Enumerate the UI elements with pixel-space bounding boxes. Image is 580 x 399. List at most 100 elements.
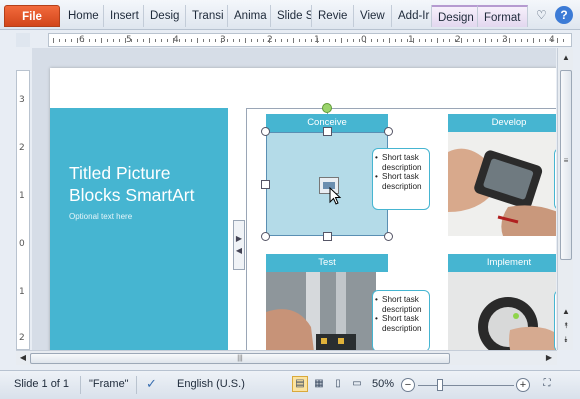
ruler-tick: [329, 39, 330, 42]
slide-counter[interactable]: Slide 1 of 1: [14, 378, 69, 390]
ruler-tick: [107, 39, 108, 42]
help-icon[interactable]: ?: [555, 6, 573, 24]
tab-home[interactable]: Home: [62, 5, 104, 27]
fit-slide-icon[interactable]: ⛶: [539, 376, 555, 392]
ruler-tick: [371, 39, 372, 42]
zoom-slider-track[interactable]: [418, 385, 514, 386]
block-develop-label[interactable]: Develop: [448, 114, 556, 132]
title-panel: [50, 108, 228, 350]
resize-handle[interactable]: [384, 127, 393, 136]
resize-handle[interactable]: [261, 180, 270, 189]
scroll-up-icon[interactable]: ▲: [560, 52, 572, 64]
resize-handle[interactable]: [384, 232, 393, 241]
test-picture[interactable]: [266, 272, 376, 350]
bullet-item[interactable]: Short task description: [375, 295, 426, 314]
tab-animations[interactable]: Anima: [228, 5, 271, 27]
ruler-tick: [221, 38, 222, 43]
tab-slide-show[interactable]: Slide S: [271, 5, 312, 27]
slide[interactable]: Titled Picture Blocks SmartArt Optional …: [50, 68, 556, 350]
ruler-tick: [497, 39, 498, 42]
ruler-tick: [245, 38, 246, 43]
ruler-tick: [533, 38, 534, 43]
ruler-tick: [443, 39, 444, 42]
divider: [136, 376, 137, 394]
ruler-tick: [563, 39, 564, 42]
vertical-scrollbar[interactable]: ▲ ≡ ▲ ⯭ ⯯: [557, 48, 573, 350]
implement-picture[interactable]: [448, 272, 556, 350]
zoom-slider-thumb[interactable]: [437, 379, 443, 391]
ruler-tick: [431, 39, 432, 42]
ruler-tick: [131, 39, 132, 42]
ruler-tick: [341, 38, 342, 43]
ruler-tick: [521, 39, 522, 42]
zoom-out-button[interactable]: −: [401, 378, 415, 392]
zoom-in-button[interactable]: +: [516, 378, 530, 392]
horizontal-scrollbar[interactable]: ◀ ||| ▶: [16, 350, 557, 365]
tab-design[interactable]: Desig: [144, 5, 186, 27]
ruler-tick: [257, 39, 258, 42]
ruler-tick: [89, 39, 90, 42]
vertical-ruler: 3 2 1 0 1 2: [16, 70, 30, 350]
ruler-tick: [59, 39, 60, 42]
resize-handle[interactable]: [323, 127, 332, 136]
ruler-tick: [479, 39, 480, 42]
ruler-tick: [179, 39, 180, 42]
ruler-tick: [197, 38, 198, 43]
tab-file[interactable]: File: [4, 5, 60, 27]
heart-icon[interactable]: ♡: [536, 8, 547, 22]
scroll-right-icon[interactable]: ▶: [543, 352, 555, 364]
bullet-item[interactable]: Short task description: [375, 153, 426, 172]
slide-sorter-icon[interactable]: ▦: [311, 376, 327, 392]
ruler-tick: [293, 38, 294, 43]
theme-name[interactable]: "Frame": [89, 378, 129, 390]
tab-smartart-design[interactable]: Design: [432, 5, 478, 27]
resize-handle[interactable]: [323, 232, 332, 241]
block-test-label[interactable]: Test: [266, 254, 388, 272]
next-slide-icon[interactable]: ⯯: [560, 334, 572, 346]
zoom-level[interactable]: 50%: [372, 378, 394, 390]
tab-insert[interactable]: Insert: [104, 5, 144, 27]
tab-transitions[interactable]: Transi: [186, 5, 228, 27]
tab-review[interactable]: Revie: [312, 5, 354, 27]
smartart-text-pane-toggle[interactable]: ▶ ◀: [233, 220, 245, 270]
slide-subtitle[interactable]: Optional text here: [69, 212, 132, 221]
scroll-up-icon[interactable]: ▲: [560, 306, 572, 318]
bullet-item[interactable]: Short task description: [375, 172, 426, 191]
rotation-handle[interactable]: [322, 103, 332, 113]
implement-callout[interactable]: [554, 290, 556, 350]
bullet-item[interactable]: Short task description: [375, 314, 426, 333]
tab-view[interactable]: View: [354, 5, 392, 27]
reading-view-icon[interactable]: ▯: [330, 376, 346, 392]
spellcheck-icon[interactable]: ✓: [146, 376, 157, 392]
ruler-tick: [473, 39, 474, 42]
test-callout[interactable]: Short task description Short task descri…: [372, 290, 430, 350]
conceive-callout[interactable]: Short task description Short task descri…: [372, 148, 430, 210]
language-indicator[interactable]: English (U.S.): [177, 378, 245, 390]
ruler-tick: [389, 38, 390, 43]
ruler-tick: [71, 39, 72, 42]
ruler-tick: [233, 39, 234, 42]
horizontal-scroll-thumb[interactable]: |||: [30, 353, 450, 364]
normal-view-icon[interactable]: ▤: [292, 376, 308, 392]
vertical-scroll-thumb[interactable]: ≡: [560, 70, 572, 260]
ruler-tick: [527, 39, 528, 42]
ruler-tick: [167, 39, 168, 42]
ruler-tick: [125, 38, 126, 43]
tab-smartart-format[interactable]: Format: [478, 5, 528, 27]
previous-slide-icon[interactable]: ⯭: [560, 320, 572, 332]
block-implement-label[interactable]: Implement: [448, 254, 556, 272]
ruler-tick: [539, 39, 540, 42]
slide-canvas: Titled Picture Blocks SmartArt Optional …: [32, 48, 556, 350]
ruler-tick: [287, 39, 288, 42]
ruler-tick: [425, 39, 426, 42]
ruler-tick: [503, 39, 504, 42]
slide-title[interactable]: Titled Picture Blocks SmartArt: [69, 162, 224, 206]
tab-add-ins[interactable]: Add-Ir: [392, 5, 432, 27]
scroll-left-icon[interactable]: ◀: [17, 352, 29, 364]
develop-callout[interactable]: [554, 148, 556, 210]
develop-picture[interactable]: [448, 132, 556, 236]
resize-handle[interactable]: [261, 232, 270, 241]
slideshow-icon[interactable]: ▭: [349, 376, 365, 392]
conceive-picture-placeholder[interactable]: [266, 132, 388, 236]
resize-handle[interactable]: [261, 127, 270, 136]
